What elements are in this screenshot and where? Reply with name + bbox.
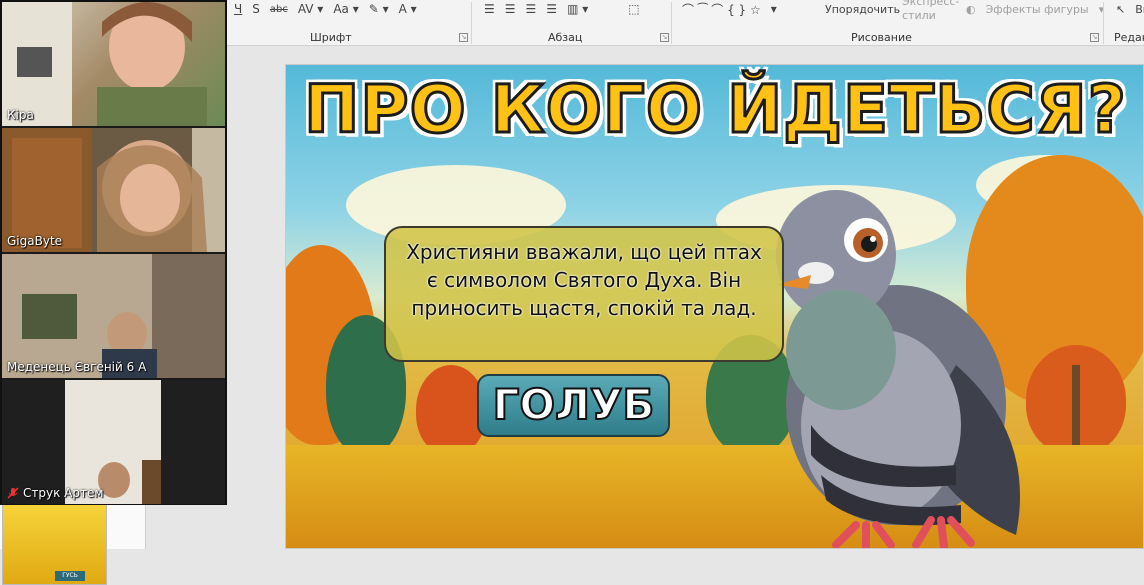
participant-name: GigaByte (7, 234, 63, 248)
highlight-icon[interactable]: ✎ ▾ (369, 2, 389, 16)
slide-title[interactable]: ПРО КОГО ЙДЕТЬСЯ? (286, 70, 1143, 150)
columns-icon[interactable]: ▥ ▾ (567, 2, 588, 16)
font-group-label: Шрифт (310, 31, 352, 44)
cursor-icon[interactable]: ↖ (1116, 3, 1125, 16)
drawing-group-label: Рисование (851, 31, 912, 44)
shadow-button[interactable]: S (252, 2, 260, 16)
gallery-more-icon[interactable]: ▾ (771, 2, 777, 16)
slide-thumbnail[interactable]: ГУСЬ (2, 503, 107, 585)
thumbnail-answer-button: ГУСЬ (55, 571, 85, 581)
font-format-row: Ч S abc AV ▾ Aa ▾ ✎ ▾ A ▾ (234, 0, 417, 18)
select-button[interactable]: Вы (1135, 3, 1144, 16)
paragraph-group-label: Абзац (548, 31, 583, 44)
change-case-icon[interactable]: Aa ▾ (333, 2, 358, 16)
ribbon-separator (671, 2, 672, 44)
participant-name: Кіра (7, 108, 34, 122)
tree (416, 365, 486, 455)
select-area: ↖ Вы (1116, 0, 1144, 18)
participant-name: Меденець Євгеній 6 А (7, 360, 147, 374)
underline-button[interactable]: Ч (234, 2, 242, 16)
align-center-icon[interactable]: ☰ (505, 2, 516, 16)
align-left-icon[interactable]: ☰ (484, 2, 495, 16)
express-styles-button[interactable]: Экспресс- стили (902, 0, 959, 23)
ribbon-separator (471, 2, 472, 44)
arrange-area: Упорядочить (825, 0, 900, 18)
participant-tile[interactable]: Струк Артем (2, 380, 225, 504)
participant-tile[interactable]: Кіра (2, 2, 225, 126)
mic-muted-icon (7, 487, 19, 499)
participant-video-feed (2, 2, 207, 126)
font-color-icon[interactable]: A ▾ (399, 2, 417, 16)
participant-tile[interactable]: Меденець Євгеній 6 А (2, 254, 225, 378)
shape-effects-button[interactable]: Эффекты фигуры (986, 3, 1089, 16)
participant-tile[interactable]: GigaByte (2, 128, 225, 252)
drawing-dialog-launcher[interactable]: ↘ (1090, 33, 1099, 42)
font-dialog-launcher[interactable]: ↘ (459, 33, 468, 42)
shape-effects-icon[interactable]: ◐ (966, 3, 976, 16)
align-right-icon[interactable]: ☰ (526, 2, 537, 16)
paragraph-dialog-launcher[interactable]: ↘ (660, 33, 669, 42)
editing-group-label: Редак (1114, 31, 1144, 44)
shapes-gallery[interactable]: ⌒ ⁀ ⌒ { } ☆ ▾ (682, 0, 777, 18)
slide-canvas[interactable]: ПРО КОГО ЙДЕТЬСЯ? Християни вважали, що … (285, 64, 1144, 549)
ribbon-separator (1103, 2, 1104, 44)
participant-name-row: Струк Артем (7, 486, 103, 500)
strikethrough-button[interactable]: abc (270, 4, 288, 15)
char-spacing-icon[interactable]: AV ▾ (298, 2, 324, 16)
shapes-icon[interactable]: ⌒ ⁀ ⌒ { } ☆ (682, 1, 761, 18)
slide-text-box[interactable]: Християни вважали, що цей птах є символо… (384, 226, 784, 362)
express-styles-area: Экспресс- стили (902, 0, 959, 22)
video-participants-panel: Кіра GigaByte Меденець Євгеній 6 А Струк… (0, 0, 227, 505)
justify-icon[interactable]: ☰ (546, 2, 557, 16)
arrange-button[interactable]: Упорядочить (825, 3, 900, 16)
shape-effects-area: ◐ Эффекты фигуры ▾ (966, 0, 1104, 18)
text-direction-icon[interactable]: ⬚ (628, 2, 639, 16)
paragraph-row: ☰ ☰ ☰ ☰ ▥ ▾ ⬚ (484, 0, 640, 18)
participant-name: Струк Артем (23, 486, 104, 500)
answer-button[interactable]: ГОЛУБ (477, 374, 670, 437)
